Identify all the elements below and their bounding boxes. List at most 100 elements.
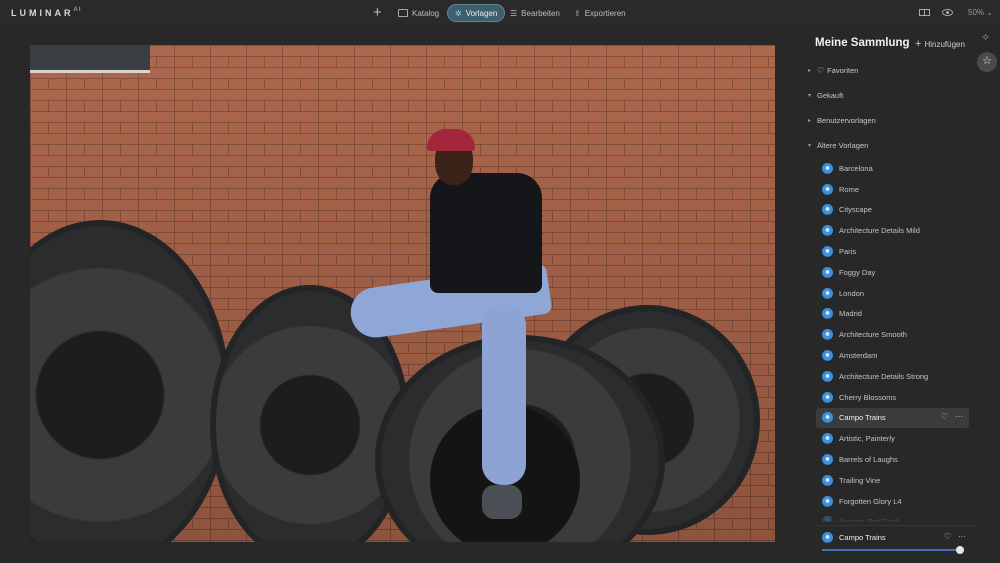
preset-item[interactable]: Architecture Details Mild <box>816 220 969 241</box>
tab-vorlagen-label: Vorlagen <box>465 8 498 18</box>
eye-icon[interactable] <box>942 9 953 16</box>
tab-bearbeiten[interactable]: ☰ Bearbeiten <box>503 4 567 22</box>
zoom-dropdown[interactable]: 50% ⌄ <box>968 8 993 17</box>
heart-icon[interactable]: ♡ <box>941 412 948 421</box>
photo-person-cap <box>427 129 475 151</box>
share-icon: ⇪ <box>574 8 581 18</box>
section-favoriten[interactable]: ▸ ♡ Favoriten <box>808 66 858 75</box>
chevron-down-icon: ▾ <box>808 93 812 99</box>
star-icon[interactable]: ☆ <box>977 52 997 72</box>
section-label: Favoriten <box>827 66 859 75</box>
preset-label: Campo Trains <box>839 413 886 423</box>
preset-icon <box>822 204 833 216</box>
add-photos-button[interactable]: + <box>373 5 382 20</box>
preset-item[interactable]: Artistic, Painterly <box>816 428 969 449</box>
preset-label: Architecture Details Strong <box>839 371 929 381</box>
preset-item[interactable]: Cityscape <box>816 200 969 221</box>
chevron-down-icon: ⌄ <box>986 8 993 17</box>
preset-icon <box>822 350 833 362</box>
panel-title: Meine Sammlung <box>815 37 910 49</box>
presets-panel: Meine Sammlung + Hinzufügen ▸ ♡ Favoriten… <box>808 26 976 563</box>
app-logo: LUMINARAI <box>11 7 82 18</box>
preset-icon <box>822 370 833 382</box>
preset-label: Amsterdam <box>839 351 878 361</box>
active-preset-name: Campo Trains <box>822 532 886 543</box>
preset-item[interactable]: Amsterdam <box>816 345 969 366</box>
section-aeltere-vorlagen[interactable]: ▾ Ältere Vorlagen <box>808 141 868 150</box>
chevron-right-icon: ▸ <box>808 68 812 74</box>
more-icon[interactable]: ··· <box>958 532 966 541</box>
preset-list: Barcelona Rome Cityscape Architecture Detai… <box>816 158 969 522</box>
section-benutzervorlagen[interactable]: ▸ Benutzervorlagen <box>808 116 876 125</box>
photo-person-shoe <box>482 485 522 519</box>
photo-person-shirt <box>430 173 542 293</box>
preset-label: Cherry Blossoms <box>839 392 897 402</box>
amount-slider[interactable] <box>822 546 964 554</box>
chevron-right-icon: ▸ <box>808 118 812 124</box>
tab-exportieren[interactable]: ⇪ Exportieren <box>567 4 633 22</box>
preset-actions: ♡ ··· <box>941 412 963 421</box>
sliders-icon: ☰ <box>510 8 518 18</box>
preset-label: Madrid <box>839 309 862 319</box>
preset-icon <box>822 329 833 341</box>
preset-item[interactable]: Architecture Smooth <box>816 324 969 345</box>
magic-wand-icon[interactable]: ✧ <box>981 31 990 44</box>
preset-item[interactable]: Madrid <box>816 304 969 325</box>
preset-label: London <box>839 288 865 298</box>
preset-icon <box>822 308 833 320</box>
preset-item[interactable]: Barrels of Laughs <box>816 449 969 470</box>
preset-label: Barrels of Laughs <box>839 455 898 465</box>
preset-label: Forgotten Glory L4 <box>839 496 902 506</box>
add-preset-button[interactable]: + Hinzufügen <box>915 38 965 50</box>
preset-icon <box>822 391 833 403</box>
preset-icon <box>822 225 833 237</box>
preset-item[interactable]: Campo Trains ♡ ··· <box>816 407 969 429</box>
preset-label: Cityscape <box>839 205 872 215</box>
preset-icon <box>822 246 833 258</box>
photo-window <box>30 45 150 73</box>
preset-item[interactable]: Architecture Details Strong <box>816 366 969 387</box>
tab-vorlagen[interactable]: ✲ Vorlagen <box>447 4 506 22</box>
compare-icon[interactable] <box>919 9 930 16</box>
photo-canvas[interactable] <box>30 45 775 542</box>
preset-icon <box>822 162 833 174</box>
preset-label: Architecture Details Mild <box>839 226 920 236</box>
preset-icon <box>822 183 833 195</box>
preset-label: Foggy Day <box>839 267 876 277</box>
preset-item[interactable]: Paris <box>816 241 969 262</box>
preset-icon <box>822 474 833 486</box>
list-fade <box>816 508 969 524</box>
preset-label: Artistic, Painterly <box>839 434 895 444</box>
section-gekauft[interactable]: ▾ Gekauft <box>808 91 843 100</box>
presets-icon: ✲ <box>455 8 462 18</box>
tab-bearbeiten-label: Bearbeiten <box>521 8 560 18</box>
preset-icon <box>822 532 833 543</box>
preset-label: Rome <box>839 184 860 194</box>
folder-icon <box>398 9 408 17</box>
preset-item[interactable]: Cherry Blossoms <box>816 387 969 408</box>
section-label: Gekauft <box>817 91 844 100</box>
heart-icon[interactable]: ♡ <box>944 532 951 541</box>
preset-icon <box>822 495 833 507</box>
preset-icon <box>822 412 833 424</box>
preset-item[interactable]: London <box>816 283 969 304</box>
preset-icon <box>822 433 833 445</box>
preset-item[interactable]: Trailing Vine <box>816 470 969 491</box>
slider-handle[interactable] <box>956 546 964 554</box>
active-preset-bar: Campo Trains ♡ ··· <box>816 525 976 563</box>
plus-icon: + <box>915 38 922 50</box>
tab-katalog-label: Katalog <box>412 8 440 18</box>
tab-katalog[interactable]: Katalog <box>391 4 446 22</box>
photo-person-leg <box>482 305 526 485</box>
section-label: Benutzervorlagen <box>817 116 876 125</box>
preset-item[interactable]: Foggy Day <box>816 262 969 283</box>
active-preset-actions: ♡ ··· <box>944 532 966 541</box>
top-toolbar: LUMINARAI + Katalog ✲ Vorlagen ☰ Bearbei… <box>0 0 1000 26</box>
more-icon[interactable]: ··· <box>955 412 963 421</box>
chevron-down-icon: ▾ <box>808 143 812 149</box>
tab-exportieren-label: Exportieren <box>584 8 626 18</box>
heart-icon: ♡ <box>817 66 825 75</box>
preset-label: Barcelona <box>839 163 873 173</box>
preset-item[interactable]: Barcelona <box>816 158 969 179</box>
preset-item[interactable]: Rome <box>816 179 969 200</box>
